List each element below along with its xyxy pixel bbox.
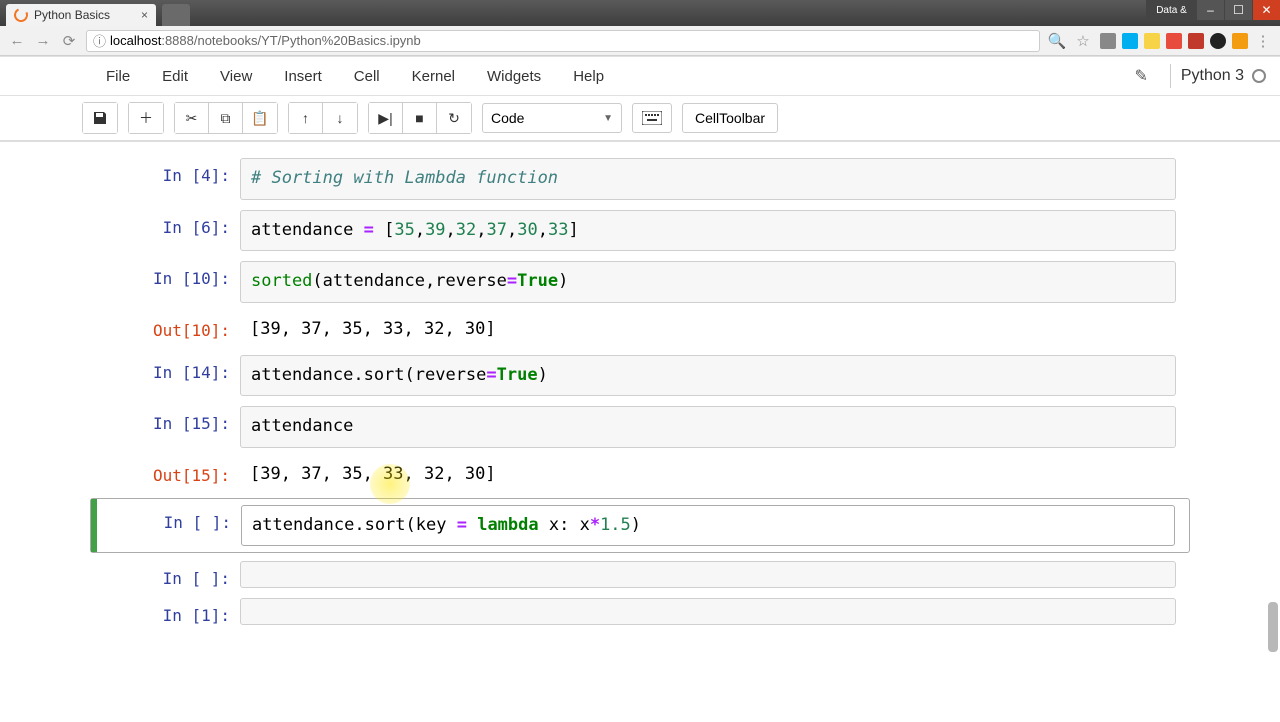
browser-tab-inactive[interactable] bbox=[162, 4, 190, 26]
menu-view[interactable]: View bbox=[204, 62, 268, 91]
command-palette-button[interactable] bbox=[632, 103, 672, 133]
menu-edit[interactable]: Edit bbox=[146, 62, 204, 91]
toolbar: ＋ ✂ ⧉ 📋 ↑ ↓ ▶| ■ ↻ Code Ce bbox=[0, 96, 1280, 141]
output-text: [39, 37, 35, 33, 32, 30] bbox=[240, 313, 1176, 345]
browser-tab-strip: Python Basics × Data & – ☐ ✕ bbox=[0, 0, 1280, 26]
menu-file[interactable]: File bbox=[90, 62, 146, 91]
jupyter-favicon bbox=[12, 6, 30, 24]
skype-icon[interactable] bbox=[1122, 33, 1138, 49]
menu-widgets[interactable]: Widgets bbox=[471, 62, 557, 91]
forward-button[interactable]: → bbox=[34, 32, 52, 50]
menubar: File Edit View Insert Cell Kernel Widget… bbox=[0, 56, 1280, 96]
move-up-button[interactable]: ↑ bbox=[289, 103, 323, 133]
menu-cell[interactable]: Cell bbox=[338, 62, 396, 91]
window-controls: Data & – ☐ ✕ bbox=[1146, 0, 1280, 20]
code-input[interactable]: attendance = [35,39,32,37,30,33] bbox=[240, 210, 1176, 252]
taskbar-data-item[interactable]: Data & bbox=[1146, 0, 1196, 20]
info-icon: ⓘ bbox=[93, 31, 106, 50]
celltoolbar-label: CellToolbar bbox=[695, 110, 765, 126]
extension-icon[interactable] bbox=[1144, 33, 1160, 49]
extension-icon[interactable] bbox=[1166, 33, 1182, 49]
in-prompt: In [10]: bbox=[90, 261, 240, 303]
maximize-button[interactable]: ☐ bbox=[1224, 0, 1252, 20]
out-prompt: Out[10]: bbox=[90, 313, 240, 345]
extensions-tray: ⋮ bbox=[1100, 32, 1272, 50]
extension-icon[interactable] bbox=[1210, 33, 1226, 49]
notebook-app: File Edit View Insert Cell Kernel Widget… bbox=[0, 56, 1280, 722]
scrollbar-thumb[interactable] bbox=[1268, 602, 1278, 652]
code-input[interactable] bbox=[240, 598, 1176, 625]
code-cell[interactable]: In [14]:attendance.sort(reverse=True) bbox=[90, 351, 1190, 401]
star-icon[interactable]: ☆ bbox=[1074, 32, 1092, 50]
output-text: [39, 37, 35, 33, 32, 30] bbox=[240, 458, 1176, 490]
extension-icon[interactable] bbox=[1188, 33, 1204, 49]
in-prompt: In [ ]: bbox=[90, 561, 240, 588]
code-cell[interactable]: In [15]:attendance bbox=[90, 402, 1190, 452]
code-input[interactable]: attendance bbox=[240, 406, 1176, 448]
cell-type-select[interactable]: Code bbox=[482, 103, 622, 133]
output-cell: Out[15]:[39, 37, 35, 33, 32, 30] bbox=[90, 454, 1190, 494]
extension-icon[interactable] bbox=[1100, 33, 1116, 49]
code-input[interactable]: # Sorting with Lambda function bbox=[240, 158, 1176, 200]
url-path: :8888/notebooks/YT/Python%20Basics.ipynb bbox=[161, 33, 420, 48]
in-prompt: In [ ]: bbox=[91, 505, 241, 547]
menu-insert[interactable]: Insert bbox=[268, 62, 338, 91]
paste-button[interactable]: 📋 bbox=[243, 103, 277, 133]
restart-button[interactable]: ↻ bbox=[437, 103, 471, 133]
notebook-header: File Edit View Insert Cell Kernel Widget… bbox=[0, 56, 1280, 142]
back-button[interactable]: ← bbox=[8, 32, 26, 50]
edit-icon[interactable]: ✎ bbox=[1134, 66, 1147, 86]
menu-kernel[interactable]: Kernel bbox=[396, 62, 471, 91]
in-prompt: In [15]: bbox=[90, 406, 240, 448]
code-cell[interactable]: In [4]:# Sorting with Lambda function bbox=[90, 154, 1190, 204]
celltoolbar-button[interactable]: CellToolbar bbox=[682, 103, 778, 133]
close-icon[interactable]: × bbox=[141, 8, 148, 22]
zoom-icon[interactable]: 🔍 bbox=[1048, 32, 1066, 50]
tab-title: Python Basics bbox=[34, 8, 110, 22]
reload-button[interactable]: ⟳ bbox=[60, 32, 78, 50]
browser-tab-active[interactable]: Python Basics × bbox=[6, 4, 156, 26]
interrupt-button[interactable]: ■ bbox=[403, 103, 437, 133]
in-prompt: In [1]: bbox=[90, 598, 240, 625]
in-prompt: In [14]: bbox=[90, 355, 240, 397]
code-cell[interactable]: In [10]:sorted(attendance,reverse=True) bbox=[90, 257, 1190, 307]
menu-icon[interactable]: ⋮ bbox=[1254, 32, 1272, 50]
output-cell: Out[10]:[39, 37, 35, 33, 32, 30] bbox=[90, 309, 1190, 349]
code-input[interactable]: attendance.sort(reverse=True) bbox=[240, 355, 1176, 397]
divider bbox=[1170, 64, 1171, 88]
code-input[interactable]: attendance.sort(key = lambda x: x*1.5) bbox=[241, 505, 1175, 547]
in-prompt: In [6]: bbox=[90, 210, 240, 252]
url-host: localhost bbox=[110, 33, 161, 48]
add-cell-button[interactable]: ＋ bbox=[129, 103, 163, 133]
url-input[interactable]: ⓘ localhost:8888/notebooks/YT/Python%20B… bbox=[86, 30, 1040, 52]
code-cell[interactable]: In [ ]:attendance.sort(key = lambda x: x… bbox=[90, 498, 1190, 554]
code-cell[interactable]: In [1]: bbox=[90, 594, 1190, 629]
save-button[interactable] bbox=[83, 103, 117, 133]
move-down-button[interactable]: ↓ bbox=[323, 103, 357, 133]
menu-help[interactable]: Help bbox=[557, 62, 620, 91]
run-button[interactable]: ▶| bbox=[369, 103, 403, 133]
copy-button[interactable]: ⧉ bbox=[209, 103, 243, 133]
extension-icon[interactable] bbox=[1232, 33, 1248, 49]
kernel-status-icon bbox=[1252, 69, 1266, 83]
close-window-button[interactable]: ✕ bbox=[1252, 0, 1280, 20]
minimize-button[interactable]: – bbox=[1196, 0, 1224, 20]
code-input[interactable] bbox=[240, 561, 1176, 588]
kernel-name: Python 3 bbox=[1181, 67, 1244, 85]
code-cell[interactable]: In [6]:attendance = [35,39,32,37,30,33] bbox=[90, 206, 1190, 256]
code-input[interactable]: sorted(attendance,reverse=True) bbox=[240, 261, 1176, 303]
code-cell[interactable]: In [ ]: bbox=[90, 557, 1190, 592]
notebook-cells-area[interactable]: In [4]:# Sorting with Lambda functionIn … bbox=[0, 142, 1280, 722]
in-prompt: In [4]: bbox=[90, 158, 240, 200]
address-bar: ← → ⟳ ⓘ localhost:8888/notebooks/YT/Pyth… bbox=[0, 26, 1280, 56]
out-prompt: Out[15]: bbox=[90, 458, 240, 490]
cell-type-value: Code bbox=[491, 110, 524, 126]
cut-button[interactable]: ✂ bbox=[175, 103, 209, 133]
